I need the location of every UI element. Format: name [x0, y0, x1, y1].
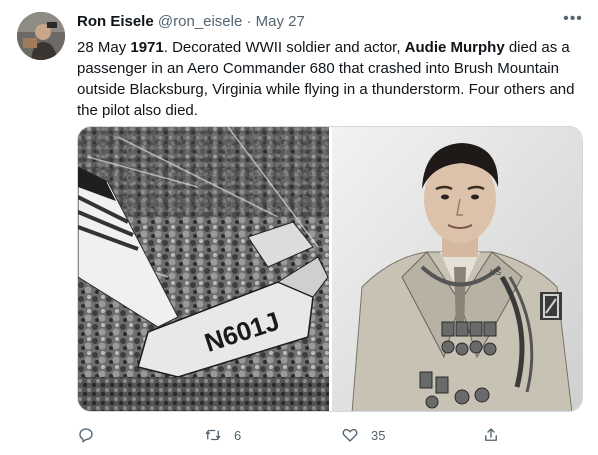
like-count: 35: [371, 427, 386, 443]
reply-button[interactable]: [77, 424, 95, 446]
retweet-count: 6: [234, 427, 242, 443]
tweet-header: Ron Eisele @ron_eisele · May 27: [77, 13, 305, 31]
tweet-text-person: Audie Murphy: [404, 39, 505, 56]
tweet[interactable]: Ron Eisele @ron_eisele · May 27 ••• 28 M…: [0, 0, 598, 455]
tweet-media[interactable]: N601J US: [77, 126, 583, 412]
profile-photo-icon: [17, 12, 65, 60]
collar-insignia-label: US: [490, 268, 501, 277]
more-options-icon[interactable]: •••: [562, 11, 584, 32]
soldier-portrait-photo[interactable]: US: [332, 127, 583, 412]
tweet-date[interactable]: May 27: [256, 13, 305, 30]
author-name[interactable]: Ron Eisele: [77, 13, 154, 30]
tweet-text-part: . Decorated WWII soldier and actor,: [163, 39, 405, 56]
reply-icon: [79, 428, 93, 443]
tweet-text-year: 1971: [130, 39, 164, 56]
heart-icon: [342, 428, 358, 442]
like-button[interactable]: 35: [341, 424, 385, 446]
share-button[interactable]: [482, 424, 500, 446]
retweet-icon: [205, 429, 221, 441]
tweet-text: 28 May 1971. Decorated WWII soldier and …: [77, 37, 587, 121]
tweet-text-part: 28 May: [77, 39, 131, 56]
tweet-actions: 6 35: [77, 424, 577, 446]
author-handle[interactable]: @ron_eisele: [158, 13, 242, 30]
avatar[interactable]: [17, 12, 65, 60]
separator-dot: ·: [246, 13, 252, 30]
retweet-button[interactable]: 6: [204, 424, 241, 446]
plane-wreckage-photo[interactable]: N601J: [78, 127, 329, 412]
share-icon: [485, 428, 497, 441]
